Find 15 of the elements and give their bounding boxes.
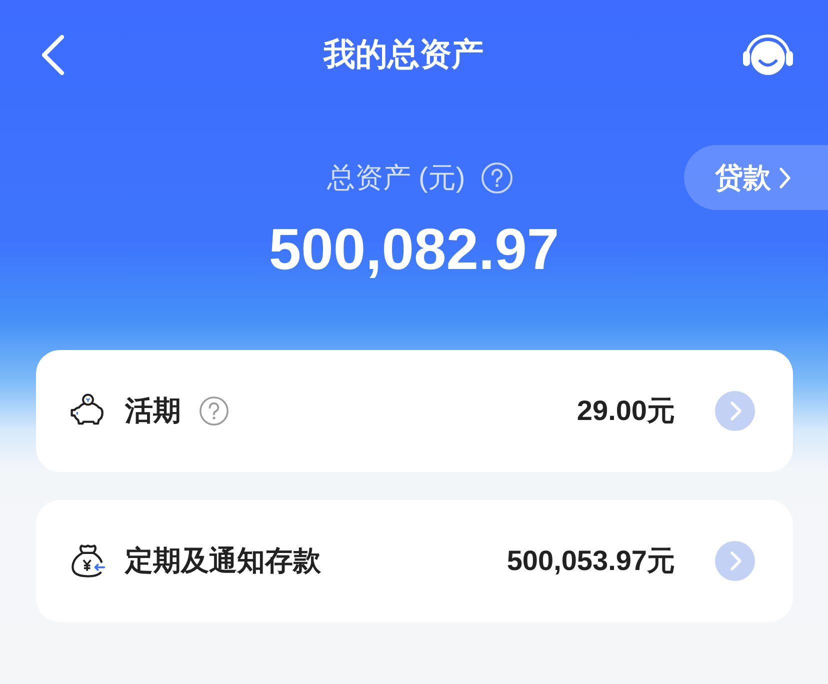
total-assets-amount: 500,082.97 <box>268 220 560 280</box>
account-name: 定期及通知存款 <box>125 544 321 578</box>
headset-icon[interactable] <box>741 33 795 77</box>
help-icon[interactable] <box>199 396 229 426</box>
account-card[interactable]: 定期及通知存款 500,053.97元 <box>36 500 793 622</box>
account-amount: 500,053.97元 <box>506 544 675 578</box>
page-title: 我的总资产 <box>324 35 484 74</box>
total-assets-label: 总资产 (元) <box>326 160 466 195</box>
chevron-circle-icon[interactable] <box>715 391 755 431</box>
account-name: 活期 <box>125 394 181 428</box>
back-icon[interactable] <box>40 34 66 76</box>
chevron-right-icon <box>779 166 791 188</box>
account-amount: 29.00元 <box>576 394 675 428</box>
account-card[interactable]: 活期 29.00元 <box>36 350 793 472</box>
chevron-circle-icon[interactable] <box>715 541 755 581</box>
